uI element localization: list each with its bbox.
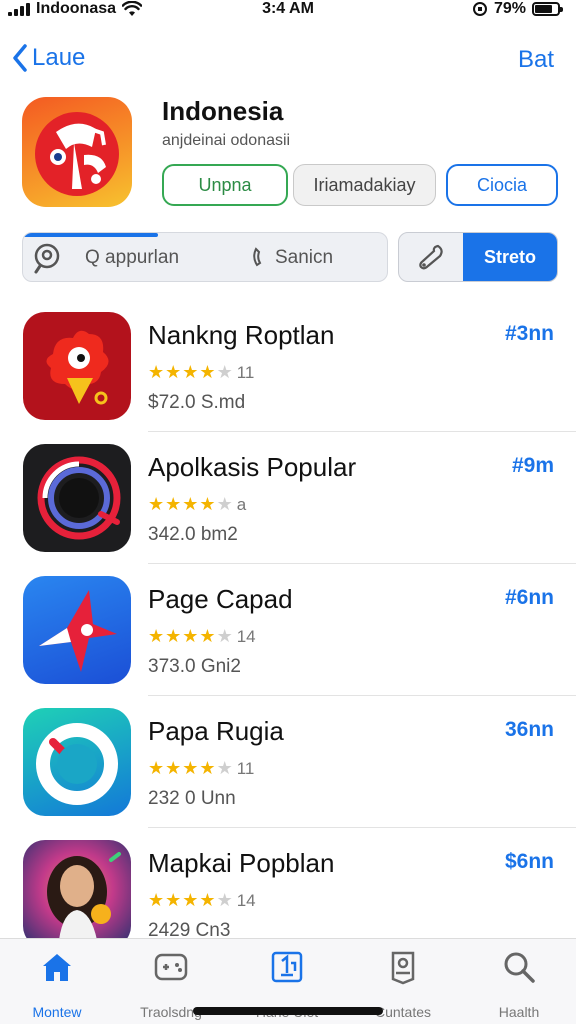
star-icon: ★ — [199, 362, 217, 382]
status-bar: Indoonasa 3:4 AM 79% — [0, 0, 576, 24]
star-icon: ★ — [216, 626, 234, 646]
star-icon: ★ — [182, 494, 200, 514]
game-controller-icon — [154, 953, 188, 981]
star-icon: ★ — [216, 890, 234, 910]
price-button[interactable]: #9m — [512, 454, 554, 478]
battery-icon — [532, 2, 563, 16]
app-name: Nankng Roptlan — [148, 320, 335, 350]
star-icon: ★ — [199, 626, 217, 646]
app-name: Apolkasis Popular — [148, 452, 357, 482]
segment-filter-button[interactable] — [399, 233, 463, 281]
app-icon — [22, 97, 132, 207]
star-icon: ★ — [216, 494, 234, 514]
app-size: 342.0 bm2 — [148, 524, 238, 545]
wrench-icon — [419, 244, 443, 270]
rotation-lock-icon — [472, 2, 487, 16]
tab-label: Montew — [32, 1004, 82, 1020]
chevron-left-icon — [13, 44, 27, 72]
star-icon: ★ — [199, 758, 217, 778]
rating-count: 14 — [236, 890, 256, 910]
price-button[interactable]: $6nn — [505, 850, 554, 874]
star-icon: ★ — [165, 890, 183, 910]
star-icon: ★ — [182, 890, 200, 910]
star-icon: ★ — [199, 890, 217, 910]
ring-icon — [23, 444, 131, 552]
star-icon: ★ — [182, 758, 200, 778]
star-icon: ★ — [148, 626, 166, 646]
star-icon: ★ — [182, 362, 200, 382]
arcade-icon — [391, 951, 415, 985]
list-item[interactable]: Page Capad ★ ★ ★ ★ ★ 14 373.0 Gni2 #6nn — [0, 564, 576, 696]
app-name: Papa Rugia — [148, 716, 284, 746]
phone-icon — [253, 247, 262, 267]
search-input[interactable]: Q appurlan Sanicn — [22, 232, 388, 282]
home-icon — [43, 954, 71, 981]
price-button[interactable]: #6nn — [505, 586, 554, 610]
app-size: $72.0 S.md — [148, 392, 246, 413]
page-subtitle: anjdeinai odonasii — [162, 132, 291, 149]
app-logo-icon — [35, 112, 119, 196]
lifebuoy-icon — [23, 708, 131, 816]
segment-active-button[interactable]: Streto — [463, 233, 557, 281]
search-icon — [504, 952, 535, 983]
star-icon: ★ — [216, 758, 234, 778]
star-rating: ★ ★ ★ ★ ★ 11 — [148, 758, 254, 779]
star-icon: ★ — [148, 758, 166, 778]
star-icon: ★ — [148, 494, 166, 514]
back-label: Laue — [32, 44, 86, 71]
star-icon: ★ — [199, 494, 217, 514]
list-item[interactable]: Papa Rugia ★ ★ ★ ★ ★ 11 232 0 Unn 36nn — [0, 696, 576, 828]
app-size: 373.0 Gni2 — [148, 656, 241, 677]
tab-home[interactable]: Montew — [2, 949, 112, 1020]
search-secondary-label: Sanicn — [275, 247, 334, 268]
list-item[interactable]: Apolkasis Popular ★ ★ ★ ★ ★ a 342.0 bm2 #9m — [0, 432, 576, 564]
nav-right-button[interactable]: Bat — [518, 46, 554, 74]
segment-control: Streto — [398, 232, 558, 282]
search-progress-bar — [23, 233, 158, 237]
rating-count: 11 — [236, 758, 255, 778]
star-rating: ★ ★ ★ ★ ★ a — [148, 494, 246, 515]
update-button[interactable]: Unpna — [162, 164, 288, 206]
tab-search[interactable]: Haalth — [464, 949, 574, 1020]
battery-percent: 79% — [493, 0, 526, 17]
open-button[interactable]: Ciocia — [446, 164, 558, 206]
secondary-button[interactable]: Iriamadakiay — [293, 164, 436, 206]
price-button[interactable]: 36nn — [505, 718, 554, 742]
status-right: 79% — [472, 0, 563, 18]
star-rating: ★ ★ ★ ★ ★ 14 — [148, 890, 256, 911]
search-bubble-icon — [31, 242, 63, 274]
red-bird-icon — [23, 312, 131, 420]
rating-count: 14 — [236, 626, 256, 646]
star-rating: ★ ★ ★ ★ ★ 11 — [148, 362, 254, 383]
star-icon: ★ — [148, 362, 166, 382]
star-rating: ★ ★ ★ ★ ★ 14 — [148, 626, 256, 647]
star-icon: ★ — [148, 890, 166, 910]
star-icon: ★ — [165, 494, 183, 514]
rating-count: a — [236, 494, 247, 514]
page-title: Indonesia — [162, 96, 284, 126]
rating-count: 11 — [236, 362, 255, 382]
star-plane-icon — [23, 576, 131, 684]
home-indicator — [193, 1007, 383, 1015]
app-list: Nankng Roptlan ★ ★ ★ ★ ★ 11 $72.0 S.md #3nn A… — [0, 300, 576, 960]
portrait-icon — [23, 840, 131, 948]
app-size: 232 0 Unn — [148, 788, 236, 809]
app-name: Page Capad — [148, 584, 293, 614]
back-button[interactable]: Laue — [12, 44, 85, 72]
apps-icon — [271, 951, 303, 983]
app-name: Mapkai Popblan — [148, 848, 335, 878]
star-icon: ★ — [165, 362, 183, 382]
price-button[interactable]: #3nn — [505, 322, 554, 346]
list-item[interactable]: Nankng Roptlan ★ ★ ★ ★ ★ 11 $72.0 S.md #3nn — [0, 300, 576, 432]
star-icon: ★ — [182, 626, 200, 646]
tab-label: Haalth — [498, 1004, 540, 1020]
search-placeholder: Q appurlan — [85, 247, 180, 268]
star-icon: ★ — [165, 758, 183, 778]
star-icon: ★ — [216, 362, 234, 382]
search-secondary: Sanicn — [251, 247, 333, 269]
star-icon: ★ — [165, 626, 183, 646]
